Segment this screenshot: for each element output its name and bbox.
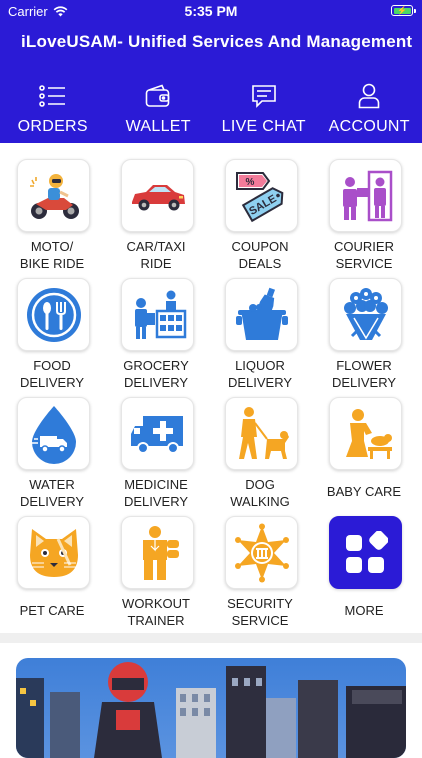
nav-live-chat-label: LIVE CHAT xyxy=(222,118,306,136)
service-tile xyxy=(121,278,194,351)
service-water-delivery[interactable]: WATERDELIVERY xyxy=(0,383,104,502)
service-tile xyxy=(121,159,194,232)
service-label: SECURITYSERVICE xyxy=(208,595,312,629)
service-pet-care[interactable]: PET CARE xyxy=(0,502,104,621)
top-nav: ORDERS WALLET LIVE CHAT xyxy=(0,66,422,143)
service-workout-trainer[interactable]: WORKOUTTRAINER xyxy=(104,502,208,621)
trainer-icon xyxy=(133,524,183,582)
nav-wallet-label: WALLET xyxy=(126,118,191,136)
services-grid: MOTO/BIKE RIDE CAR/TAXIRIDE % SALE xyxy=(0,143,422,633)
nav-wallet[interactable]: WALLET xyxy=(106,66,212,143)
nav-live-chat[interactable]: LIVE CHAT xyxy=(211,66,317,143)
ambulance-icon xyxy=(129,412,187,456)
section-divider xyxy=(0,633,422,643)
service-label: MORE xyxy=(312,602,416,619)
cat-face-icon xyxy=(26,525,82,581)
service-more[interactable]: MORE xyxy=(312,502,416,621)
service-courier-service[interactable]: COURIERSERVICE xyxy=(312,145,416,264)
status-bar: Carrier 5:35 PM ⚡ xyxy=(0,0,422,22)
service-grocery-delivery[interactable]: GROCERYDELIVERY xyxy=(104,264,208,383)
more-apps-icon xyxy=(344,531,388,575)
service-tile xyxy=(17,159,90,232)
service-baby-care[interactable]: BABY CARE xyxy=(312,383,416,502)
service-tile xyxy=(329,278,402,351)
service-label: WORKOUTTRAINER xyxy=(104,595,208,629)
service-tile xyxy=(225,278,298,351)
service-tile xyxy=(329,159,402,232)
nav-account-label: ACCOUNT xyxy=(329,118,410,136)
dog-walking-icon xyxy=(233,405,291,463)
service-security-service[interactable]: SECURITYSERVICE xyxy=(208,502,312,621)
plate-fork-spoon-icon xyxy=(25,286,83,344)
service-flower-delivery[interactable]: FLOWERDELIVERY xyxy=(312,264,416,383)
service-moto-bike-ride[interactable]: MOTO/BIKE RIDE xyxy=(0,145,104,264)
promo-banner[interactable] xyxy=(16,658,406,758)
service-tile xyxy=(17,278,90,351)
sale-tag-icon: % SALE xyxy=(233,167,291,225)
nav-orders-label: ORDERS xyxy=(18,118,88,136)
status-time: 5:35 PM xyxy=(0,3,422,19)
battery-icon: ⚡ xyxy=(391,5,413,16)
service-liquor-delivery[interactable]: LIQUORDELIVERY xyxy=(208,264,312,383)
app-title: iLoveUSAM- Unified Services And Manageme… xyxy=(21,32,412,52)
service-tile xyxy=(17,397,90,470)
city-rider-illustration xyxy=(16,658,406,758)
courier-icon xyxy=(337,168,395,224)
car-icon xyxy=(129,176,187,216)
baby-care-icon xyxy=(338,407,394,461)
app-header: Carrier 5:35 PM ⚡ iLoveUSAM- Unified Ser… xyxy=(0,0,422,143)
service-tile xyxy=(121,397,194,470)
service-label: PET CARE xyxy=(0,602,104,619)
service-medicine-delivery[interactable]: MEDICINEDELIVERY xyxy=(104,383,208,502)
sheriff-badge-icon xyxy=(232,523,292,583)
grocery-store-icon xyxy=(129,287,187,343)
service-food-delivery[interactable]: FOODDELIVERY xyxy=(0,264,104,383)
svg-text:%: % xyxy=(245,177,254,188)
service-tile: % SALE xyxy=(225,159,298,232)
service-tile xyxy=(121,516,194,589)
user-icon xyxy=(358,76,380,116)
service-tile xyxy=(329,516,402,589)
service-tile xyxy=(329,397,402,470)
orders-list-icon xyxy=(39,76,67,116)
chat-icon xyxy=(251,76,277,116)
water-drop-truck-icon xyxy=(28,404,80,464)
motorbike-rider-icon xyxy=(26,168,82,224)
ice-bucket-bottle-icon xyxy=(233,286,291,344)
flower-bouquet-icon xyxy=(338,286,394,344)
service-tile xyxy=(225,516,298,589)
service-tile xyxy=(17,516,90,589)
service-dog-walking[interactable]: DOGWALKING xyxy=(208,383,312,502)
nav-orders[interactable]: ORDERS xyxy=(0,66,106,143)
service-car-taxi-ride[interactable]: CAR/TAXIRIDE xyxy=(104,145,208,264)
service-label: BABY CARE xyxy=(312,483,416,500)
service-coupon-deals[interactable]: % SALE COUPONDEALS xyxy=(208,145,312,264)
service-tile xyxy=(225,397,298,470)
wallet-icon xyxy=(145,76,171,116)
nav-account[interactable]: ACCOUNT xyxy=(317,66,422,143)
